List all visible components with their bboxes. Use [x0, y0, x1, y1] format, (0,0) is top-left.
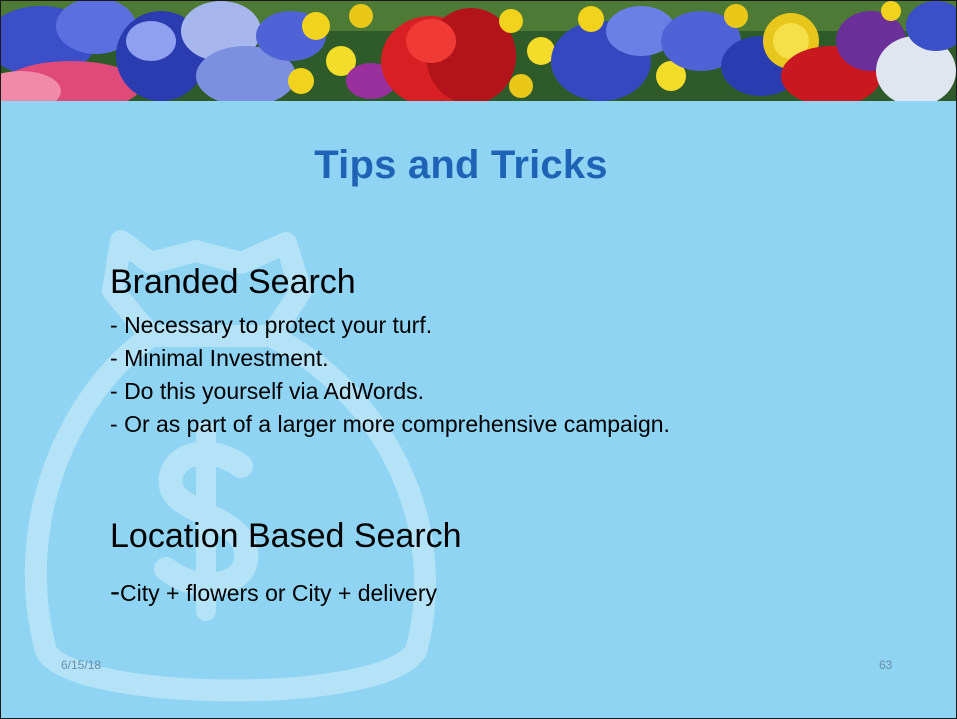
dash-marker: - [110, 575, 120, 608]
list-item: Or as part of a larger more comprehensiv… [110, 408, 670, 441]
list-item: Minimal Investment. [110, 342, 670, 375]
flower-banner-image [1, 1, 956, 101]
footer-date: 6/15/18 [61, 658, 102, 672]
slide: Tips and Tricks Branded Search Necessary… [0, 0, 957, 719]
slide-number: 63 [879, 658, 893, 672]
location-search-text: City + flowers or City + delivery [120, 580, 437, 606]
section-heading-location-based-search: Location Based Search [110, 517, 462, 555]
list-item: Do this yourself via AdWords. [110, 375, 670, 408]
section-heading-branded-search: Branded Search [110, 263, 356, 301]
slide-title: Tips and Tricks [314, 143, 608, 187]
branded-search-bullet-list: Necessary to protect your turf. Minimal … [110, 309, 670, 441]
list-item: Necessary to protect your turf. [110, 309, 670, 342]
location-search-detail: -City + flowers or City + delivery [110, 575, 437, 609]
